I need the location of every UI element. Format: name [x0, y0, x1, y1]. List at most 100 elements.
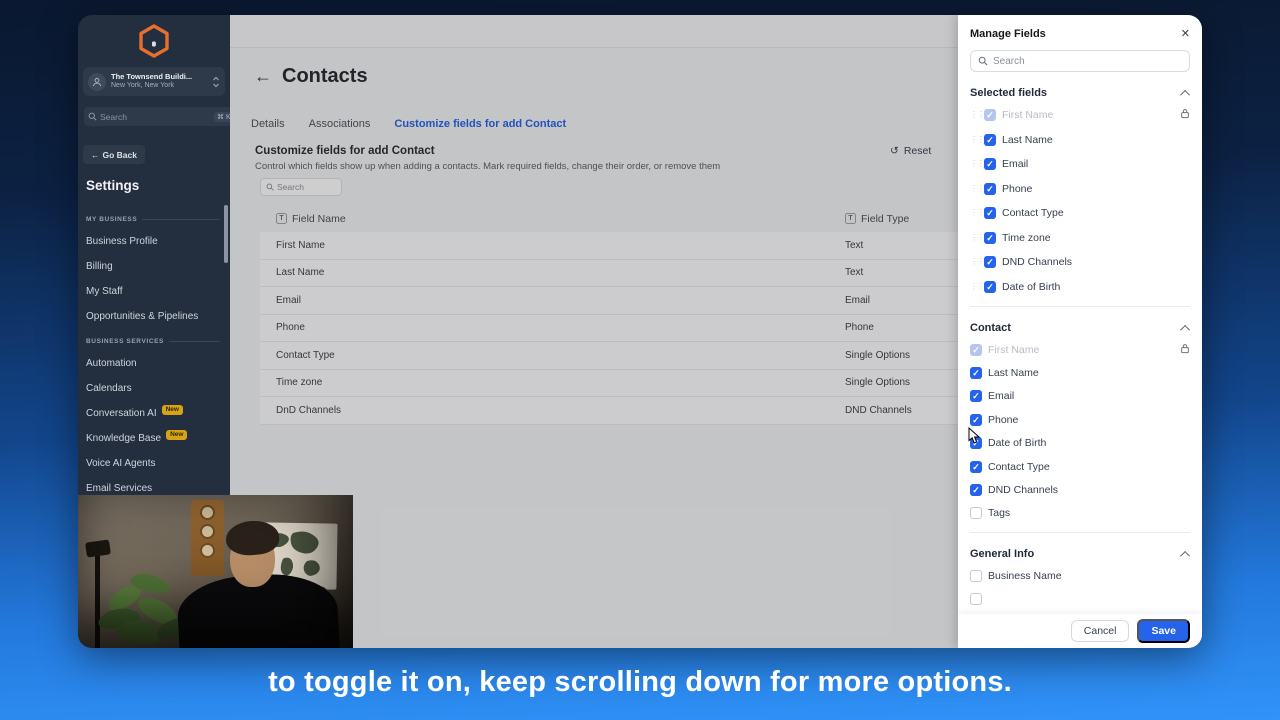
settings-title: Settings [86, 178, 139, 193]
sidebar-scrollbar[interactable] [224, 205, 228, 263]
divider [970, 306, 1190, 307]
checkbox-checked[interactable] [984, 281, 996, 293]
checkbox-checked-disabled [970, 344, 982, 356]
divider [970, 532, 1190, 533]
panel-search-input[interactable] [993, 56, 1182, 67]
tab-associations[interactable]: Associations [309, 118, 371, 130]
column-header-field-name: Field Name [292, 213, 346, 225]
group-header-contact[interactable]: Contact [970, 322, 1190, 334]
contact-item-dnd-channels[interactable]: DND Channels [970, 478, 1190, 501]
drag-handle-icon[interactable]: ⋮⋮ [970, 258, 978, 266]
sidebar-search-input[interactable] [100, 112, 211, 122]
contact-item-last-name[interactable]: Last Name [970, 361, 1190, 384]
manage-fields-panel: Manage Fields ✕ Selected fields ⋮⋮ First… [958, 15, 1202, 648]
tab-details[interactable]: Details [251, 118, 285, 130]
field-item-dnd-channels[interactable]: ⋮⋮ DND Channels [970, 250, 1190, 275]
contact-item-email[interactable]: Email [970, 385, 1190, 408]
tab-customize-fields[interactable]: Customize fields for add Contact [394, 118, 566, 130]
reset-icon: ↺ [890, 145, 899, 157]
cancel-button[interactable]: Cancel [1071, 620, 1130, 642]
drag-handle-icon[interactable]: ⋮⋮ [970, 136, 978, 144]
lock-icon [1180, 341, 1190, 359]
account-avatar [88, 73, 106, 91]
sidebar-item-automation[interactable]: Automation [86, 351, 220, 376]
table-row[interactable]: DnD Channels DND Channels [260, 397, 958, 425]
account-switcher[interactable]: The Townsend Buildi... New York, New Yor… [83, 67, 225, 96]
column-header-field-type: Field Type [861, 213, 909, 225]
checkbox-checked[interactable] [970, 367, 982, 379]
checkbox-checked[interactable] [984, 207, 996, 219]
drag-handle-icon[interactable]: ⋮⋮ [970, 234, 978, 242]
contact-item-phone[interactable]: Phone [970, 408, 1190, 431]
checkbox-checked[interactable] [984, 158, 996, 170]
field-item-time-zone[interactable]: ⋮⋮ Time zone [970, 226, 1190, 251]
general-item-partial[interactable] [970, 588, 1190, 611]
sidebar-item-business-profile[interactable]: Business Profile [86, 229, 220, 254]
contact-item-contact-type[interactable]: Contact Type [970, 455, 1190, 478]
table-search[interactable] [260, 178, 342, 196]
checkbox-checked[interactable] [970, 484, 982, 496]
account-location: New York, New York [111, 82, 207, 91]
mouse-cursor-icon [967, 427, 981, 445]
field-item-contact-type[interactable]: ⋮⋮ Contact Type [970, 201, 1190, 226]
sidebar-item-opportunities-pipelines[interactable]: Opportunities & Pipelines [86, 304, 220, 329]
checkbox-unchecked[interactable] [970, 570, 982, 582]
table-header-row: T Field Name T Field Type [260, 205, 958, 232]
page-title: Contacts [282, 65, 368, 88]
go-back-button[interactable]: ← Go Back [83, 145, 145, 164]
checkbox-checked[interactable] [970, 414, 982, 426]
chevron-up-icon [1180, 89, 1190, 99]
checkbox-checked[interactable] [984, 256, 996, 268]
search-icon [266, 183, 274, 191]
field-item-date-of-birth[interactable]: ⋮⋮ Date of Birth [970, 275, 1190, 300]
table-row[interactable]: Email Email [260, 287, 958, 315]
checkbox-checked[interactable] [970, 461, 982, 473]
hexagon-logo-icon [138, 24, 170, 58]
chevron-up-icon [1180, 324, 1190, 334]
main-topbar [230, 15, 958, 48]
field-item-email[interactable]: ⋮⋮ Email [970, 152, 1190, 177]
section-label-business-services: BUSINESS SERVICES [86, 338, 164, 345]
app-logo [78, 15, 230, 58]
table-row[interactable]: Last Name Text [260, 260, 958, 288]
table-row[interactable]: Contact Type Single Options [260, 342, 958, 370]
checkbox-checked[interactable] [984, 183, 996, 195]
drag-handle-icon[interactable]: ⋮⋮ [970, 111, 978, 119]
drag-handle-icon[interactable]: ⋮⋮ [970, 160, 978, 168]
section-title: Customize fields for add Contact [255, 145, 435, 157]
checkbox-checked[interactable] [984, 232, 996, 244]
sidebar-item-my-staff[interactable]: My Staff [86, 279, 220, 304]
group-header-general-info[interactable]: General Info [970, 548, 1190, 560]
save-button[interactable]: Save [1137, 619, 1190, 643]
close-icon[interactable]: ✕ [1181, 27, 1190, 40]
drag-handle-icon[interactable]: ⋮⋮ [970, 185, 978, 193]
chevron-up-icon [1180, 551, 1190, 561]
search-icon [978, 56, 988, 66]
field-item-phone[interactable]: ⋮⋮ Phone [970, 177, 1190, 202]
checkbox-unchecked[interactable] [970, 593, 982, 605]
drag-handle-icon[interactable]: ⋮⋮ [970, 209, 978, 217]
group-header-selected-fields[interactable]: Selected fields [970, 87, 1190, 99]
table-row[interactable]: Time zone Single Options [260, 370, 958, 398]
sidebar-search[interactable]: ⌘ K [84, 107, 238, 126]
sidebar-item-calendars[interactable]: Calendars [86, 376, 220, 401]
general-item-business-name[interactable]: Business Name [970, 564, 1190, 587]
table-row[interactable]: Phone Phone [260, 315, 958, 343]
back-arrow-icon[interactable]: ← [254, 66, 272, 87]
text-type-icon: T [276, 213, 287, 224]
sidebar-item-voice-ai-agents[interactable]: Voice AI Agents [86, 451, 220, 476]
contact-item-date-of-birth[interactable]: Date of Birth [970, 432, 1190, 455]
sidebar-item-knowledge-base[interactable]: Knowledge Base New [86, 426, 220, 451]
table-search-input[interactable] [277, 182, 336, 192]
checkbox-checked[interactable] [984, 134, 996, 146]
checkbox-unchecked[interactable] [970, 507, 982, 519]
checkbox-checked[interactable] [970, 390, 982, 402]
sidebar-item-billing[interactable]: Billing [86, 254, 220, 279]
drag-handle-icon[interactable]: ⋮⋮ [970, 283, 978, 291]
table-row[interactable]: First Name Text [260, 232, 958, 260]
field-item-last-name[interactable]: ⋮⋮ Last Name [970, 128, 1190, 153]
panel-search[interactable] [970, 50, 1190, 72]
sidebar-item-conversation-ai[interactable]: Conversation AI New [86, 401, 220, 426]
reset-button[interactable]: ↺ Reset [890, 145, 931, 157]
contact-item-tags[interactable]: Tags [970, 502, 1190, 525]
